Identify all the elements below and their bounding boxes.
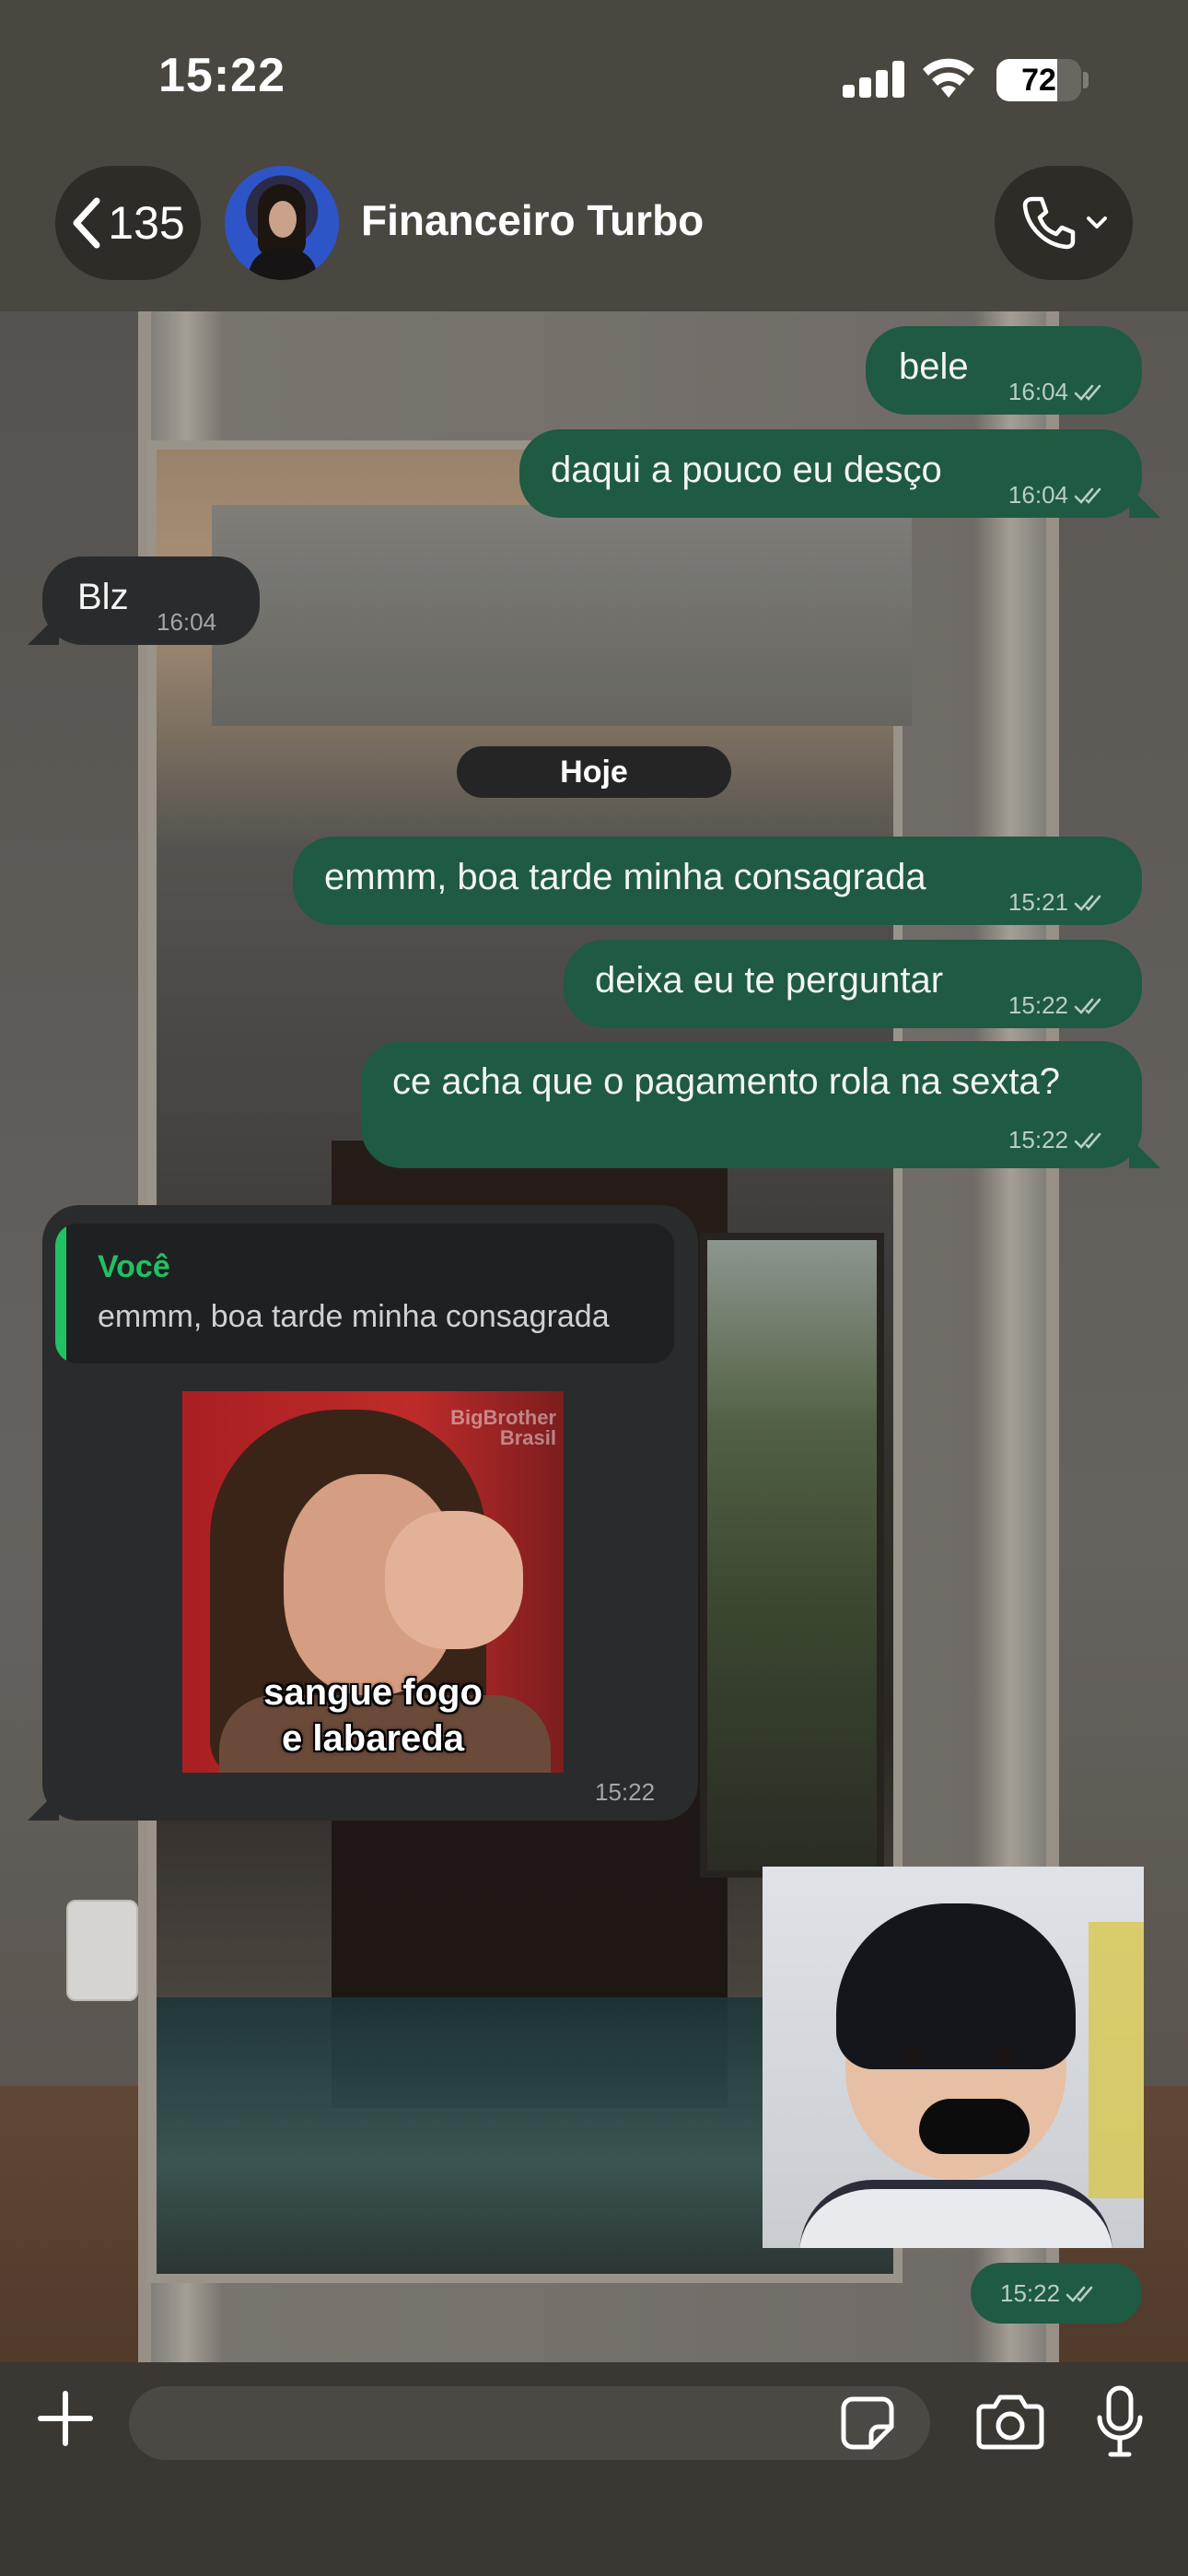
message-text: emmm, boa tarde minha consagrada [324, 857, 926, 897]
message-meta: 15:22 [1008, 991, 1109, 1020]
back-button[interactable]: 135 [55, 166, 201, 280]
message-time: 15:22 [1000, 2279, 1061, 2307]
double-check-icon [1066, 2286, 1093, 2302]
wifi-icon [923, 58, 974, 98]
message-bubble-outgoing[interactable]: emmm, boa tarde minha consagrada 15:21 [293, 837, 1142, 925]
message-time: 15:22 [1007, 1126, 1068, 1153]
microphone-icon[interactable] [1092, 2384, 1147, 2458]
sticker-logo: BigBrother Brasil [450, 1406, 556, 1449]
status-time: 15:22 [158, 49, 285, 102]
message-text: bele [899, 346, 969, 387]
message-meta: 16:04 [1008, 481, 1109, 509]
battery-icon: 72 [996, 59, 1081, 101]
message-bubble-incoming[interactable]: Blz 16:04 [42, 556, 260, 645]
plus-icon[interactable] [33, 2386, 98, 2451]
chat-title[interactable]: Financeiro Turbo [361, 195, 704, 245]
double-check-icon [1074, 384, 1101, 401]
unread-count: 135 [108, 197, 185, 249]
message-time: 15:22 [1007, 991, 1068, 1019]
cellular-signal-icon [843, 61, 905, 98]
message-text: Blz [77, 577, 129, 617]
quoted-message[interactable]: Você emmm, boa tarde minha consagrada [55, 1224, 674, 1364]
message-meta: 16:04 [1008, 378, 1109, 406]
message-meta: 16:04 [157, 608, 216, 637]
top-bar: 15:22 72 135 Financeiro Turbo [0, 0, 1188, 311]
message-bubble-outgoing[interactable]: bele 16:04 [866, 326, 1142, 415]
phone-icon [1022, 196, 1076, 250]
message-bubble-outgoing[interactable]: daqui a pouco eu desço 16:04 [519, 429, 1142, 518]
sticker-caption: sangue fogo e labareda [263, 1672, 483, 1759]
double-check-icon [1074, 1132, 1101, 1149]
message-meta: 15:22 [1008, 1126, 1109, 1154]
double-check-icon [1074, 895, 1101, 911]
message-time: 15:21 [1007, 888, 1068, 916]
chat-screen: 15:22 72 135 Financeiro Turbo bele 16:04… [0, 0, 1188, 2576]
double-check-icon [1074, 998, 1101, 1014]
chevron-down-icon [1087, 217, 1107, 228]
sticker-icon[interactable] [840, 2395, 895, 2451]
avatar[interactable] [225, 166, 339, 280]
call-button[interactable] [995, 166, 1133, 280]
message-time: 16:04 [1007, 378, 1068, 405]
quote-author: Você [98, 1249, 170, 1284]
battery-percent: 72 [1021, 62, 1056, 98]
chevron-left-icon [73, 197, 100, 249]
double-check-icon [1074, 487, 1101, 504]
message-text: daqui a pouco eu desço [551, 450, 942, 490]
message-meta: 15:22 [595, 1778, 655, 1807]
message-time: 15:22 [595, 1778, 656, 1806]
message-time: 16:04 [1007, 481, 1068, 509]
message-bubble-outgoing[interactable]: deixa eu te perguntar 15:22 [564, 940, 1142, 1028]
camera-icon[interactable] [976, 2392, 1044, 2451]
quote-text: emmm, boa tarde minha consagrada [98, 1299, 610, 1334]
message-bubble-outgoing[interactable]: ce acha que o pagamento rola na sexta? 1… [361, 1041, 1142, 1168]
sticker-image[interactable] [763, 1867, 1144, 2248]
message-meta: 15:21 [1008, 888, 1109, 917]
sticker-image[interactable]: BigBrother Brasil sangue fogo e labareda [182, 1391, 564, 1773]
message-text: deixa eu te perguntar [595, 960, 944, 1001]
sticker-time-badge: 15:22 [971, 2263, 1142, 2324]
message-text: ce acha que o pagamento rola na sexta? [392, 1061, 1060, 1102]
date-separator: Hoje [457, 746, 731, 798]
message-time: 16:04 [157, 608, 217, 636]
message-input[interactable] [129, 2386, 930, 2460]
